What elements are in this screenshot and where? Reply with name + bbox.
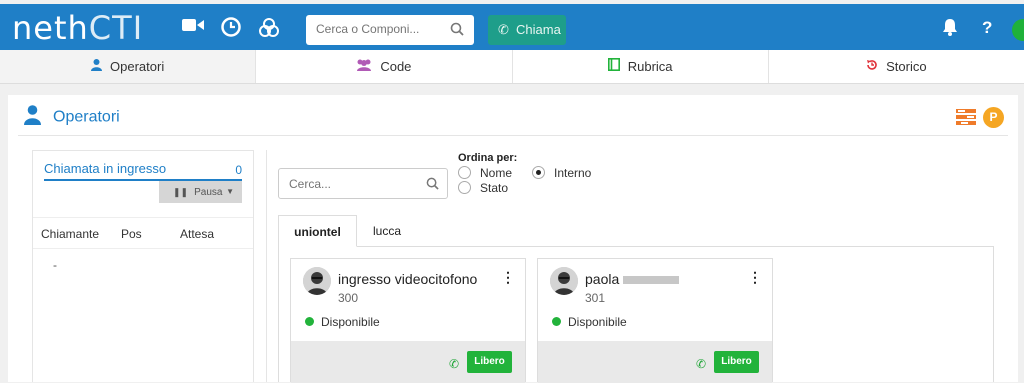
operator-first-name: paola bbox=[585, 271, 620, 287]
column-wait: Attesa bbox=[180, 227, 215, 241]
tab-code[interactable]: Code bbox=[256, 50, 513, 83]
panel-title-text: Operatori bbox=[53, 108, 120, 126]
operator-name: paola bbox=[585, 271, 680, 287]
tab-uniontel[interactable]: uniontel bbox=[278, 215, 357, 247]
tab-rubrica[interactable]: Rubrica bbox=[513, 50, 769, 83]
history-icon bbox=[866, 50, 878, 83]
settings-icon[interactable] bbox=[258, 17, 280, 43]
operators-panel: Operatori P Chiamata in ingresso 0 ❚❚ Pau… bbox=[8, 95, 1018, 383]
empty-row: - bbox=[53, 258, 57, 272]
parking-icon[interactable]: P bbox=[983, 107, 1004, 128]
call-status-button[interactable]: Libero bbox=[714, 351, 759, 373]
tab-operatori-label: Operatori bbox=[110, 59, 165, 74]
app-logo[interactable]: nethCTI bbox=[12, 9, 143, 47]
incoming-calls-count: 0 bbox=[235, 163, 242, 177]
redacted-text bbox=[623, 276, 680, 285]
sort-option-label: Stato bbox=[480, 181, 509, 195]
top-bar: nethCTI ✆ Chiama ? bbox=[0, 4, 1024, 50]
global-search[interactable] bbox=[306, 15, 474, 45]
avatar bbox=[303, 267, 331, 295]
tab-code-label: Code bbox=[380, 59, 412, 74]
help-icon[interactable]: ? bbox=[982, 18, 992, 38]
call-button[interactable]: ✆ Chiama bbox=[488, 15, 566, 45]
column-caller: Chiamante bbox=[41, 227, 100, 241]
tab-rubrica-label: Rubrica bbox=[627, 59, 673, 74]
operator-extension: 301 bbox=[585, 291, 606, 305]
incoming-calls-title[interactable]: Chiamata in ingresso bbox=[44, 161, 166, 176]
bell-icon[interactable] bbox=[942, 18, 958, 41]
divider bbox=[266, 150, 267, 382]
phone-icon: ✆ bbox=[498, 22, 509, 37]
avatar bbox=[550, 267, 578, 295]
panel-title: Operatori bbox=[24, 105, 120, 130]
operator-search-input[interactable] bbox=[279, 169, 409, 198]
call-button-label: Chiama bbox=[516, 22, 561, 37]
search-icon[interactable] bbox=[450, 22, 464, 36]
tab-storico[interactable]: Storico bbox=[769, 50, 1024, 83]
radio-button[interactable] bbox=[458, 166, 471, 179]
tab-storico-label: Storico bbox=[886, 59, 927, 74]
operator-status: Disponibile bbox=[321, 315, 380, 329]
video-icon[interactable] bbox=[182, 17, 204, 37]
user-icon bbox=[91, 50, 103, 83]
sort-title: Ordina per: bbox=[458, 152, 518, 164]
sort-option-label: Nome bbox=[480, 166, 513, 180]
radio-button[interactable] bbox=[532, 166, 545, 179]
chevron-down-icon: ▼ bbox=[226, 187, 234, 196]
operator-name: ingresso videocitofono bbox=[338, 271, 478, 287]
book-icon bbox=[607, 50, 620, 83]
sort-option-label: Interno bbox=[554, 166, 592, 180]
phone-icon[interactable]: ✆ bbox=[449, 357, 459, 371]
user-icon bbox=[24, 105, 41, 130]
pause-icon: ❚❚ bbox=[173, 187, 189, 197]
tab-operatori[interactable]: Operatori bbox=[0, 50, 257, 83]
operator-card[interactable]: paola 301 ⋮ Disponibile ✆ Libero bbox=[537, 258, 773, 383]
presence-icon[interactable] bbox=[1012, 19, 1024, 41]
incoming-calls-header: Chiamante Pos Attesa bbox=[33, 217, 253, 249]
operator-extension: 300 bbox=[338, 291, 359, 305]
card-footer: ✆ Libero bbox=[538, 341, 772, 383]
logo-suffix: CTI bbox=[88, 9, 144, 47]
status-dot bbox=[552, 317, 561, 326]
divider bbox=[18, 135, 1008, 136]
users-icon bbox=[356, 50, 372, 83]
radio-button[interactable] bbox=[458, 181, 471, 194]
group-tabs: uniontel lucca bbox=[278, 215, 994, 249]
kebab-menu-icon[interactable]: ⋮ bbox=[501, 269, 515, 286]
global-search-input[interactable] bbox=[306, 15, 446, 43]
tab-lucca[interactable]: lucca bbox=[373, 215, 401, 247]
pause-dropdown[interactable]: ❚❚ Pausa ▼ bbox=[159, 181, 242, 203]
kebab-menu-icon[interactable]: ⋮ bbox=[748, 269, 762, 286]
incoming-calls-box: Chiamata in ingresso 0 ❚❚ Pausa ▼ Chiaman… bbox=[32, 150, 254, 382]
main-tabs: Operatori Code Rubrica Storico bbox=[0, 50, 1024, 84]
operator-search[interactable] bbox=[278, 168, 448, 199]
card-footer: ✆ Libero bbox=[291, 341, 525, 383]
column-position: Pos bbox=[121, 227, 142, 241]
operator-card[interactable]: ingresso videocitofono 300 ⋮ Disponibile… bbox=[290, 258, 526, 383]
search-icon[interactable] bbox=[426, 177, 439, 190]
phone-icon[interactable]: ✆ bbox=[696, 357, 706, 371]
clock-icon[interactable] bbox=[221, 17, 241, 41]
call-status-button[interactable]: Libero bbox=[467, 351, 512, 373]
layout-icon[interactable] bbox=[956, 109, 976, 125]
status-dot bbox=[305, 317, 314, 326]
pause-label: Pausa bbox=[194, 187, 223, 198]
logo-text: neth bbox=[12, 9, 89, 47]
operator-status: Disponibile bbox=[568, 315, 627, 329]
